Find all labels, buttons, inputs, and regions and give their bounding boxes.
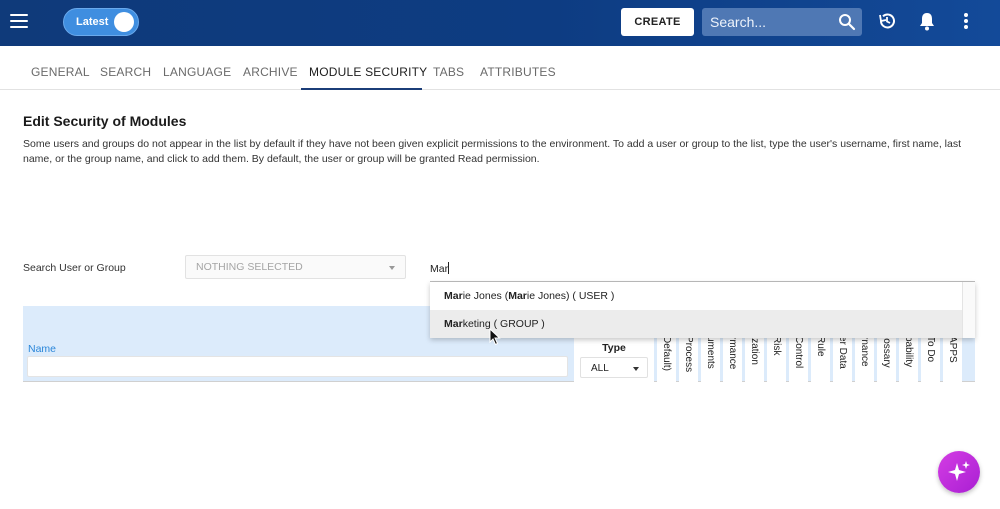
toggle-knob xyxy=(114,12,134,32)
chevron-down-icon xyxy=(389,266,395,270)
column-header-to-do[interactable]: To Do xyxy=(921,336,940,382)
tab-general[interactable]: GENERAL xyxy=(31,65,90,79)
column-header-documents[interactable]: uments xyxy=(701,336,720,382)
column-header-apps[interactable]: APPS xyxy=(943,336,962,382)
column-header-control[interactable]: Control xyxy=(789,336,808,382)
type-column-header: Type ALL xyxy=(574,336,654,382)
column-header-risk[interactable]: Risk xyxy=(767,336,786,382)
column-header-glossary[interactable]: lossary xyxy=(877,336,896,382)
suggestion-group-marketing[interactable]: Marketing ( GROUP ) xyxy=(430,310,962,338)
user-group-search-input[interactable]: Mar xyxy=(430,256,975,282)
tab-tabs[interactable]: TABS xyxy=(433,65,464,79)
notifications-bell-icon[interactable] xyxy=(918,11,936,36)
active-tab-indicator xyxy=(301,88,422,90)
mouse-pointer-icon xyxy=(489,327,501,351)
top-bar: Latest CREATE Search... xyxy=(0,0,1000,46)
user-group-select[interactable]: NOTHING SELECTED xyxy=(185,255,406,279)
settings-tabs: GENERAL SEARCH LANGUAGE ARCHIVE MODULE S… xyxy=(0,48,1000,90)
search-icon[interactable] xyxy=(838,13,856,36)
type-column-label: Type xyxy=(602,342,626,354)
column-header-rule[interactable]: Rule xyxy=(811,336,830,382)
select-value: NOTHING SELECTED xyxy=(196,261,303,273)
text-cursor xyxy=(448,262,450,274)
tab-archive[interactable]: ARCHIVE xyxy=(243,65,298,79)
sparkle-icon xyxy=(948,461,970,481)
column-header-capability[interactable]: pability xyxy=(899,336,918,382)
ai-assistant-button[interactable] xyxy=(938,451,980,493)
section-description: Some users and groups do not appear in t… xyxy=(23,138,962,165)
search-input-value: Mar xyxy=(430,263,449,275)
suggestion-user-marie-jones[interactable]: Marie Jones (Marie Jones) ( USER ) xyxy=(430,282,962,310)
tab-attributes[interactable]: ATTRIBUTES xyxy=(480,65,556,79)
version-toggle[interactable]: Latest xyxy=(63,8,139,36)
tab-search[interactable]: SEARCH xyxy=(100,65,151,79)
column-header-default[interactable]: Default) xyxy=(657,336,676,382)
autocomplete-dropdown: Marie Jones (Marie Jones) ( USER ) Marke… xyxy=(430,282,975,338)
tab-module-security[interactable]: MODULE SECURITY xyxy=(309,65,427,79)
column-header-governance[interactable]: rnance xyxy=(855,336,874,382)
type-filter-select[interactable]: ALL xyxy=(580,357,648,378)
create-button[interactable]: CREATE xyxy=(621,8,694,36)
column-header-process[interactable]: Process xyxy=(679,336,698,382)
column-header-organization[interactable]: ization xyxy=(745,336,764,382)
name-filter-input[interactable] xyxy=(27,356,568,377)
name-column-header: Name xyxy=(28,343,57,355)
global-search-input[interactable]: Search... xyxy=(702,8,862,36)
history-icon[interactable] xyxy=(877,11,897,36)
search-placeholder: Search... xyxy=(710,14,767,30)
type-filter-value: ALL xyxy=(591,363,609,374)
version-toggle-label: Latest xyxy=(76,16,109,28)
page-title: Edit Security of Modules xyxy=(23,113,187,129)
dropdown-scrollbar[interactable] xyxy=(962,282,975,338)
search-user-group-label: Search User or Group xyxy=(23,262,126,274)
menu-icon[interactable] xyxy=(10,14,28,28)
tab-language[interactable]: LANGUAGE xyxy=(163,65,231,79)
chevron-down-icon xyxy=(633,367,639,371)
more-vert-icon[interactable] xyxy=(962,11,970,36)
column-header-master-data[interactable]: er Data xyxy=(833,336,852,382)
column-header-performance[interactable]: rmance xyxy=(723,336,742,382)
